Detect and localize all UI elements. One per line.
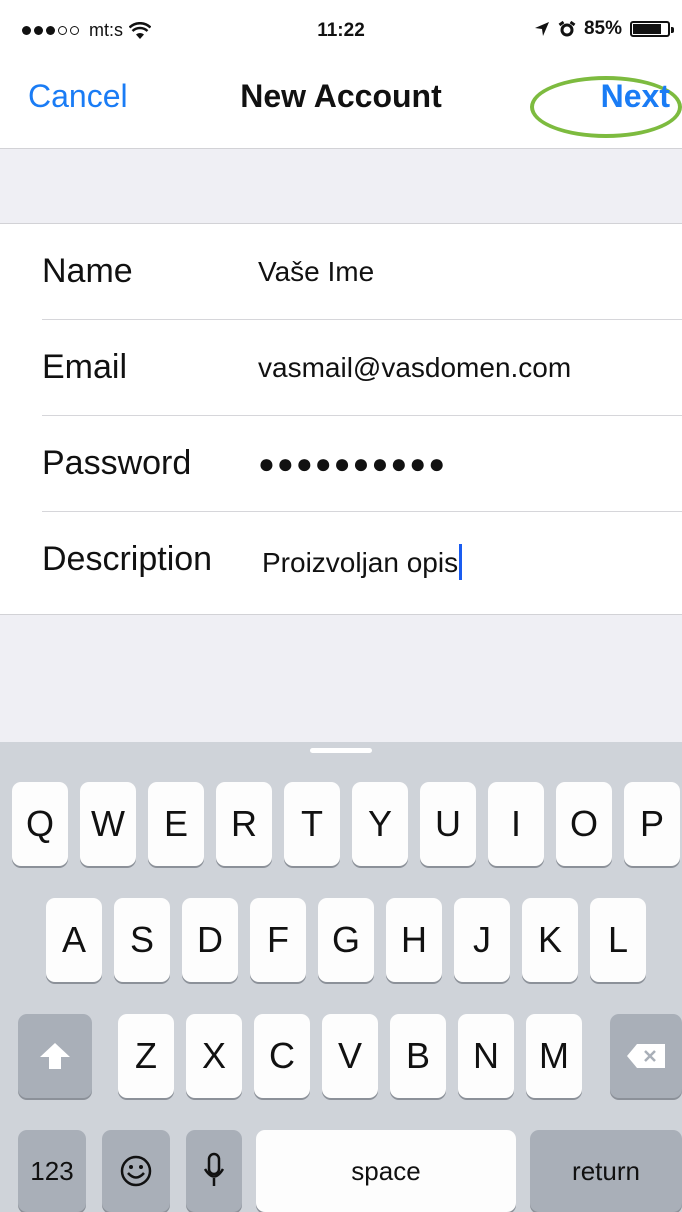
battery-icon — [630, 21, 674, 37]
key-e[interactable]: E — [148, 782, 204, 866]
key-h[interactable]: H — [386, 898, 442, 982]
space-key[interactable]: space — [256, 1130, 516, 1212]
key-o[interactable]: O — [556, 782, 612, 866]
key-k[interactable]: K — [522, 898, 578, 982]
key-n[interactable]: N — [458, 1014, 514, 1098]
form-background — [0, 614, 682, 743]
battery-percent: 85% — [583, 18, 622, 39]
account-form: Name Vaše Ime Email vasmail@vasdomen.com… — [0, 224, 682, 614]
key-m[interactable]: M — [526, 1014, 582, 1098]
return-key[interactable]: return — [530, 1130, 682, 1212]
dictation-key[interactable] — [186, 1130, 242, 1212]
email-label: Email — [42, 348, 128, 386]
key-z[interactable]: Z — [118, 1014, 174, 1098]
key-y[interactable]: Y — [352, 782, 408, 866]
key-r[interactable]: R — [216, 782, 272, 866]
key-w[interactable]: W — [80, 782, 136, 866]
key-f[interactable]: F — [250, 898, 306, 982]
key-p[interactable]: P — [624, 782, 680, 866]
key-u[interactable]: U — [420, 782, 476, 866]
navigation-bar: Cancel New Account Next — [0, 62, 682, 146]
key-d[interactable]: D — [182, 898, 238, 982]
backspace-icon — [627, 1044, 665, 1068]
name-row[interactable]: Name Vaše Ime — [0, 224, 682, 320]
key-q[interactable]: Q — [12, 782, 68, 866]
next-button[interactable]: Next — [601, 78, 670, 115]
keyboard-handle — [310, 748, 372, 753]
password-field[interactable]: ●●●●●●●●●● — [258, 448, 447, 480]
key-l[interactable]: L — [590, 898, 646, 982]
name-field[interactable]: Vaše Ime — [258, 256, 374, 288]
status-bar: mt:s 11:22 85% — [0, 0, 682, 62]
emoji-key[interactable] — [102, 1130, 170, 1212]
description-text: Proizvoljan opis — [262, 547, 459, 578]
alarm-clock-icon — [558, 20, 576, 37]
delete-key[interactable] — [610, 1014, 682, 1098]
name-label: Name — [42, 252, 133, 290]
key-s[interactable]: S — [114, 898, 170, 982]
key-a[interactable]: A — [46, 898, 102, 982]
location-arrow-icon — [534, 22, 549, 36]
microphone-icon — [203, 1152, 225, 1186]
description-label: Description — [42, 540, 213, 578]
screen: mt:s 11:22 85% Cancel New Account Next N… — [0, 0, 682, 1212]
key-i[interactable]: I — [488, 782, 544, 866]
numbers-key[interactable]: 123 — [18, 1130, 86, 1212]
emoji-icon — [120, 1155, 152, 1187]
key-c[interactable]: C — [254, 1014, 310, 1098]
status-right: 85% — [534, 18, 674, 40]
password-row[interactable]: Password ●●●●●●●●●● — [0, 416, 682, 512]
shift-key[interactable] — [18, 1014, 92, 1098]
text-cursor — [459, 544, 463, 580]
password-label: Password — [42, 444, 192, 482]
key-j[interactable]: J — [454, 898, 510, 982]
key-v[interactable]: V — [322, 1014, 378, 1098]
section-spacer — [0, 148, 682, 224]
description-field[interactable]: Proizvoljan opis — [262, 544, 463, 580]
key-g[interactable]: G — [318, 898, 374, 982]
keyboard: Q W E R T Y U I O P A S D F G H J K L Z … — [0, 742, 682, 1212]
description-row[interactable]: Description Proizvoljan opis — [0, 512, 682, 608]
email-row[interactable]: Email vasmail@vasdomen.com — [0, 320, 682, 416]
key-t[interactable]: T — [284, 782, 340, 866]
email-field[interactable]: vasmail@vasdomen.com — [258, 352, 571, 384]
key-b[interactable]: B — [390, 1014, 446, 1098]
shift-arrow-icon — [40, 1043, 70, 1069]
key-x[interactable]: X — [186, 1014, 242, 1098]
